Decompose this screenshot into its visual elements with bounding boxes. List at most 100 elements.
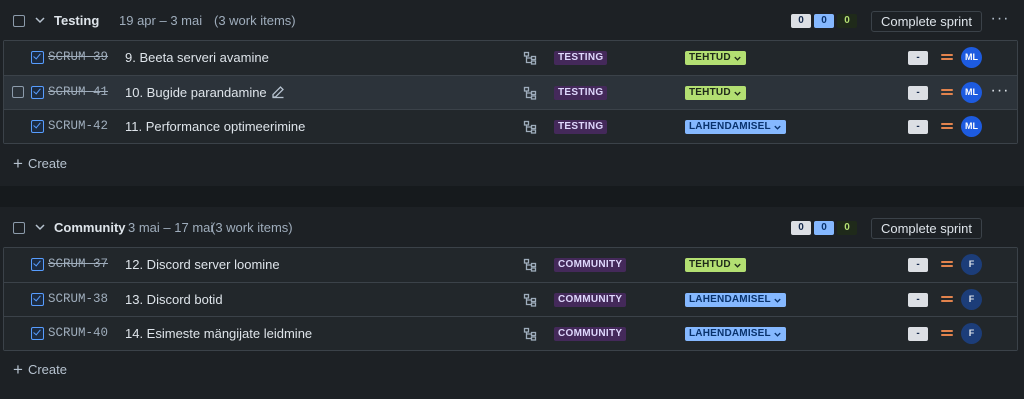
task-checkbox-icon	[31, 327, 44, 340]
sprint-testing: Testing 19 apr – 3 mai (3 work items) 0 …	[0, 0, 1024, 186]
estimate-badge[interactable]: -	[908, 120, 928, 134]
chevron-down-icon	[773, 123, 782, 132]
issue-key[interactable]: SCRUM-40	[48, 326, 108, 340]
create-label: Create	[27, 156, 67, 171]
status-label: TEHTUD	[689, 87, 731, 98]
issue-key[interactable]: SCRUM-37	[48, 257, 108, 271]
child-issues-icon[interactable]	[523, 86, 537, 100]
priority-medium-icon	[941, 87, 953, 97]
task-checkbox-icon	[31, 51, 44, 64]
epic-lozenge[interactable]: COMMUNITY	[554, 327, 627, 341]
assignee-avatar[interactable]: ML	[961, 47, 982, 68]
sprint-work-items-count: (3 work items)	[214, 13, 296, 28]
epic-lozenge[interactable]: TESTING	[554, 120, 608, 134]
epic-lozenge[interactable]: COMMUNITY	[554, 258, 627, 272]
sprint-divider	[0, 186, 1024, 207]
assignee-avatar[interactable]: ML	[961, 116, 982, 137]
sprint-work-items-count: (3 work items)	[211, 220, 293, 235]
issue-summary[interactable]: 9. Beeta serveri avamine	[125, 50, 269, 65]
priority-medium-icon	[941, 52, 953, 62]
sprint-dates: 3 mai – 17 mai	[128, 220, 214, 235]
issue-summary[interactable]: 12. Discord server loomine	[125, 257, 280, 272]
task-checkbox-icon	[31, 258, 44, 271]
chevron-down-icon[interactable]	[33, 13, 47, 27]
issue-key[interactable]: SCRUM-38	[48, 292, 108, 306]
sprint-select-checkbox[interactable]	[13, 222, 25, 234]
task-checkbox-icon	[31, 86, 44, 99]
issue-row[interactable]: SCRUM-42 11. Performance optimeerimine T…	[4, 109, 1017, 143]
status-dropdown[interactable]: LAHENDAMISEL	[685, 293, 786, 307]
todo-count-badge: 0	[791, 221, 811, 235]
in-progress-count-badge: 0	[814, 221, 834, 235]
estimate-badge[interactable]: -	[908, 258, 928, 272]
assignee-avatar[interactable]: F	[961, 289, 982, 310]
status-label: TEHTUD	[689, 52, 731, 63]
complete-sprint-button[interactable]: Complete sprint	[871, 11, 982, 32]
priority-medium-icon	[941, 259, 953, 269]
sprint-header: Testing 19 apr – 3 mai (3 work items) 0 …	[0, 0, 1024, 41]
row-more-actions-button[interactable]: ···	[990, 83, 1010, 101]
issue-list: SCRUM-37 12. Discord server loomine COMM…	[3, 247, 1018, 351]
sprint-select-checkbox[interactable]	[13, 15, 25, 27]
issue-key[interactable]: SCRUM-41	[48, 85, 108, 99]
chevron-down-icon	[733, 54, 742, 63]
estimate-badge[interactable]: -	[908, 51, 928, 65]
estimate-badge[interactable]: -	[908, 86, 928, 100]
epic-lozenge[interactable]: TESTING	[554, 51, 608, 65]
status-label: TEHTUD	[689, 259, 731, 270]
done-count-badge: 0	[837, 221, 857, 235]
issue-row[interactable]: SCRUM-41 10. Bugide parandamine TESTING …	[4, 75, 1017, 109]
assignee-avatar[interactable]: F	[961, 323, 982, 344]
complete-sprint-button[interactable]: Complete sprint	[871, 218, 982, 239]
todo-count-badge: 0	[791, 14, 811, 28]
task-checkbox-icon	[31, 120, 44, 133]
issue-key[interactable]: SCRUM-39	[48, 50, 108, 64]
estimate-badge[interactable]: -	[908, 293, 928, 307]
priority-medium-icon	[941, 294, 953, 304]
create-issue-button[interactable]: + Create	[13, 154, 67, 173]
status-label: LAHENDAMISEL	[689, 121, 771, 132]
status-dropdown[interactable]: TEHTUD	[685, 51, 746, 65]
issue-summary[interactable]: 11. Performance optimeerimine	[125, 119, 305, 134]
issue-list: SCRUM-39 9. Beeta serveri avamine TESTIN…	[3, 40, 1018, 144]
issue-row[interactable]: SCRUM-40 14. Esimeste mängijate leidmine…	[4, 316, 1017, 350]
issue-row[interactable]: SCRUM-37 12. Discord server loomine COMM…	[4, 248, 1017, 282]
child-issues-icon[interactable]	[523, 51, 537, 65]
row-select-checkbox[interactable]	[12, 86, 24, 98]
chevron-down-icon	[733, 261, 742, 270]
plus-icon: +	[13, 154, 23, 173]
chevron-down-icon	[773, 330, 782, 339]
child-issues-icon[interactable]	[523, 120, 537, 134]
epic-lozenge[interactable]: TESTING	[554, 86, 608, 100]
priority-medium-icon	[941, 121, 953, 131]
sprint-status-counts: 0 0 0	[791, 14, 857, 28]
sprint-more-actions-button[interactable]: ···	[989, 11, 1011, 29]
in-progress-count-badge: 0	[814, 14, 834, 28]
issue-summary[interactable]: 13. Discord botid	[125, 292, 223, 307]
child-issues-icon[interactable]	[523, 327, 537, 341]
status-dropdown[interactable]: LAHENDAMISEL	[685, 120, 786, 134]
task-checkbox-icon	[31, 293, 44, 306]
chevron-down-icon	[733, 89, 742, 98]
status-dropdown[interactable]: TEHTUD	[685, 258, 746, 272]
child-issues-icon[interactable]	[523, 293, 537, 307]
done-count-badge: 0	[837, 14, 857, 28]
epic-lozenge[interactable]: COMMUNITY	[554, 293, 627, 307]
assignee-avatar[interactable]: ML	[961, 82, 982, 103]
sprint-header: Community 3 mai – 17 mai (3 work items) …	[0, 207, 1024, 248]
create-issue-button[interactable]: + Create	[13, 360, 67, 379]
issue-row[interactable]: SCRUM-38 13. Discord botid COMMUNITY LAH…	[4, 282, 1017, 316]
chevron-down-icon[interactable]	[33, 220, 47, 234]
sprint-dates: 19 apr – 3 mai	[119, 13, 203, 28]
plus-icon: +	[13, 360, 23, 379]
status-dropdown[interactable]: TEHTUD	[685, 86, 746, 100]
issue-summary[interactable]: 10. Bugide parandamine	[125, 85, 267, 100]
issue-row[interactable]: SCRUM-39 9. Beeta serveri avamine TESTIN…	[4, 41, 1017, 75]
issue-summary[interactable]: 14. Esimeste mängijate leidmine	[125, 326, 312, 341]
issue-key[interactable]: SCRUM-42	[48, 119, 108, 133]
status-dropdown[interactable]: LAHENDAMISEL	[685, 327, 786, 341]
pencil-icon[interactable]	[271, 85, 285, 99]
estimate-badge[interactable]: -	[908, 327, 928, 341]
assignee-avatar[interactable]: F	[961, 254, 982, 275]
child-issues-icon[interactable]	[523, 258, 537, 272]
